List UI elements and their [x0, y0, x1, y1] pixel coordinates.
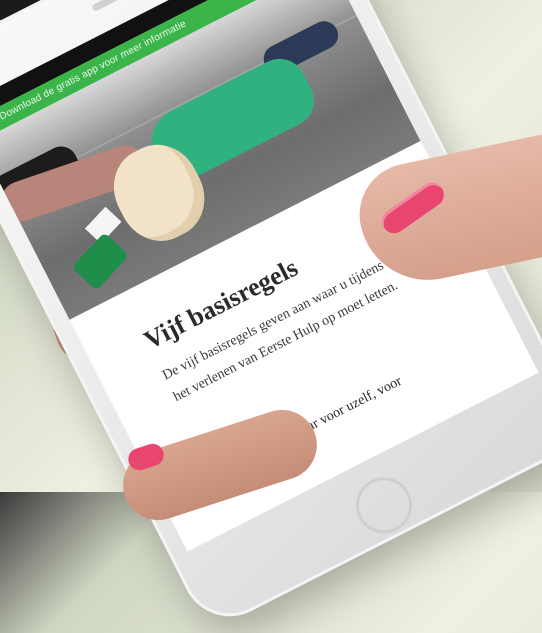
home-button[interactable] — [346, 467, 422, 543]
aed-device — [71, 232, 130, 291]
smartphone: Download de gratis app voor meer informa… — [0, 0, 542, 633]
